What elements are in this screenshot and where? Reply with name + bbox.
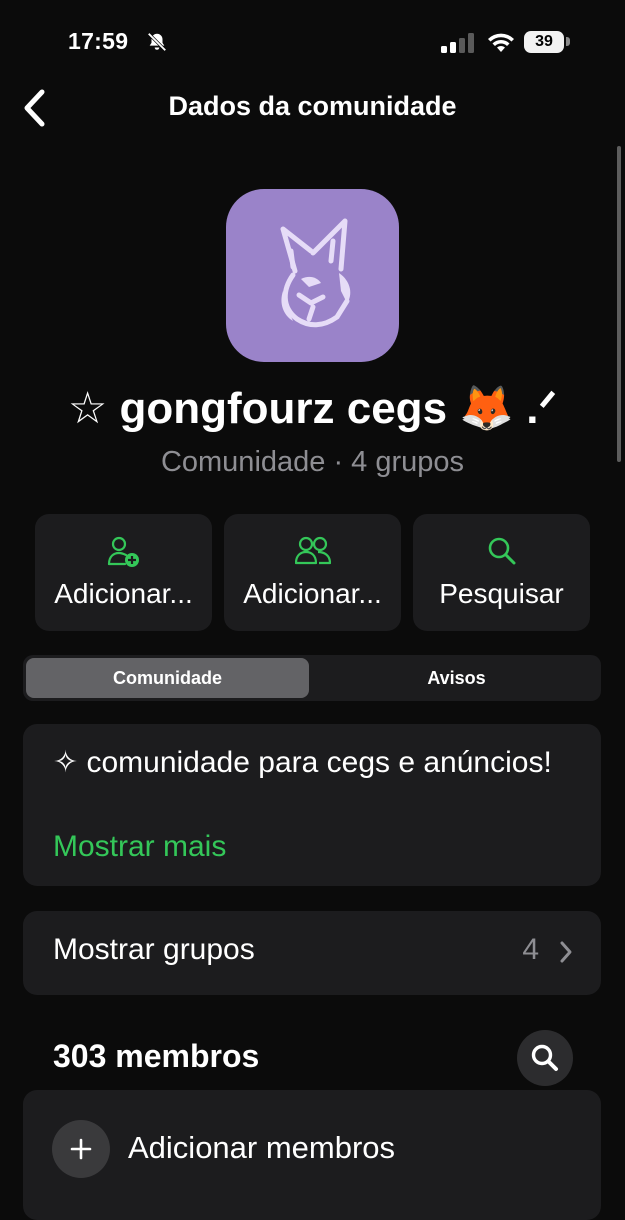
group-icon bbox=[294, 536, 331, 565]
search-action[interactable]: Pesquisar bbox=[413, 514, 590, 631]
battery-indicator: 39 bbox=[524, 31, 564, 53]
add-groups-action[interactable]: Adicionar... bbox=[224, 514, 401, 631]
plus-icon bbox=[70, 1138, 92, 1160]
add-members-action[interactable]: Adicionar... bbox=[35, 514, 212, 631]
description-text: ✧ comunidade para cegs e anúncios! bbox=[53, 746, 552, 779]
search-action-label: Pesquisar bbox=[439, 578, 564, 609]
signal-icon bbox=[441, 33, 474, 53]
groups-count: 4 bbox=[522, 933, 539, 966]
community-name: ☆ gongfourz cegs 🦊 .ᐟ bbox=[67, 384, 558, 433]
fox-logo-icon bbox=[280, 218, 350, 327]
description-card: ✧ comunidade para cegs e anúncios! Mostr… bbox=[23, 724, 601, 886]
add-members-action-label: Adicionar... bbox=[54, 578, 193, 609]
community-subtitle: Comunidade · 4 grupos bbox=[160, 446, 465, 478]
tab-avisos[interactable]: Avisos bbox=[315, 658, 598, 698]
community-avatar[interactable] bbox=[226, 189, 399, 362]
segmented-control: Comunidade Avisos bbox=[23, 655, 601, 701]
search-icon bbox=[531, 1044, 558, 1071]
tab-comunidade[interactable]: Comunidade bbox=[26, 658, 309, 698]
show-groups-label: Mostrar grupos bbox=[53, 933, 255, 966]
chevron-right-icon bbox=[560, 941, 572, 963]
show-more-link[interactable]: Mostrar mais bbox=[53, 826, 226, 868]
members-search-button[interactable] bbox=[517, 1030, 573, 1086]
members-count-title: 303 membros bbox=[53, 1038, 260, 1074]
battery-nub bbox=[566, 37, 570, 46]
search-icon bbox=[488, 537, 515, 565]
add-circle bbox=[52, 1120, 110, 1178]
wifi-icon bbox=[488, 33, 514, 52]
add-members-row[interactable]: Adicionar membros bbox=[23, 1090, 601, 1220]
add-groups-action-label: Adicionar... bbox=[243, 578, 382, 609]
status-time: 17:59 bbox=[68, 28, 129, 54]
add-person-icon bbox=[107, 536, 139, 567]
show-groups-row[interactable]: Mostrar grupos 4 bbox=[23, 911, 601, 995]
add-members-label: Adicionar membros bbox=[128, 1130, 396, 1165]
page-title: Dados da comunidade bbox=[168, 91, 457, 121]
bell-muted-icon bbox=[147, 32, 167, 52]
